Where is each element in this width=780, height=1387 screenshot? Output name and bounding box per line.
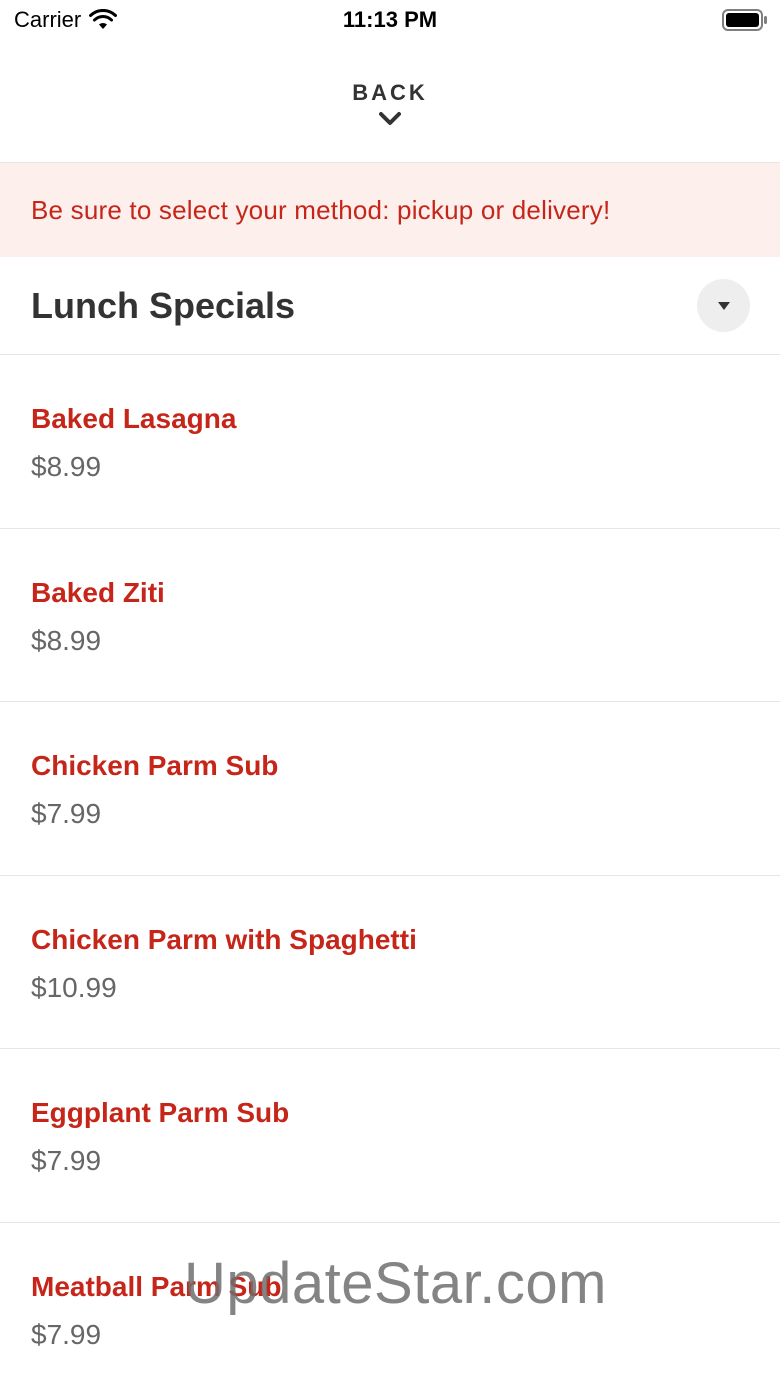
item-price: $7.99 — [31, 1145, 102, 1176]
menu-item[interactable]: Meatball Parm Sub $7.99 — [0, 1223, 780, 1387]
screen: Carrier 11:13 PM BACK Be sure to select … — [0, 0, 780, 1387]
item-price: $8.99 — [31, 451, 102, 482]
item-price: $10.99 — [31, 971, 117, 1003]
battery-icon — [722, 9, 767, 31]
menu-item[interactable]: Baked Ziti $8.99 — [0, 529, 780, 702]
triangle-down-icon — [717, 301, 730, 310]
item-name: Baked Ziti — [31, 576, 165, 608]
menu-item[interactable]: Eggplant Parm Sub $7.99 — [0, 1049, 780, 1223]
item-name: Meatball Parm Sub — [31, 1270, 282, 1302]
item-name: Baked Lasagna — [31, 403, 237, 434]
section-header: Lunch Specials — [0, 257, 780, 355]
item-name: Chicken Parm Sub — [31, 750, 279, 781]
menu-item[interactable]: Chicken Parm Sub $7.99 — [0, 702, 780, 876]
method-banner: Be sure to select your method: pickup or… — [0, 163, 780, 257]
menu-item[interactable]: Baked Lasagna $8.99 — [0, 355, 780, 529]
section-title: Lunch Specials — [31, 284, 296, 326]
collapse-button[interactable] — [697, 279, 750, 332]
item-name: Eggplant Parm Sub — [31, 1097, 290, 1128]
back-label: BACK — [352, 80, 428, 105]
menu-list: Baked Lasagna $8.99 Baked Ziti $8.99 Chi… — [0, 355, 780, 1387]
item-price: $7.99 — [31, 798, 102, 829]
header: BACK — [0, 40, 780, 163]
chevron-down-icon — [379, 112, 401, 125]
item-price: $7.99 — [31, 1318, 102, 1350]
banner-text: Be sure to select your method: pickup or… — [31, 194, 611, 225]
item-price: $8.99 — [31, 624, 102, 656]
status-bar: Carrier 11:13 PM — [0, 0, 780, 40]
item-name: Chicken Parm with Spaghetti — [31, 923, 417, 955]
back-button[interactable]: BACK — [352, 80, 428, 128]
status-time: 11:13 PM — [342, 7, 438, 32]
menu-item[interactable]: Chicken Parm with Spaghetti $10.99 — [0, 876, 780, 1049]
